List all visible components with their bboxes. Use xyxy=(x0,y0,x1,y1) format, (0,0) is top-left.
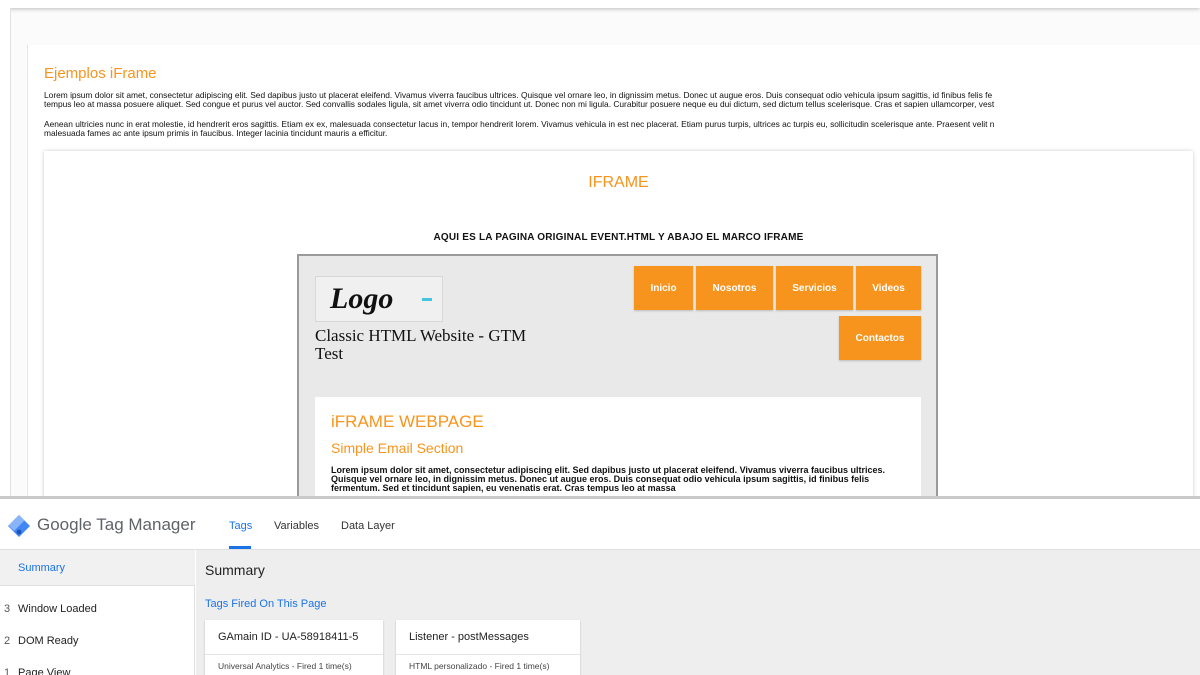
screen: Ejemplos iFrame Lorem ipsum dolor sit am… xyxy=(0,0,1200,675)
tag-meta: Universal Analytics - Fired 1 time(s) xyxy=(218,661,352,671)
gtm-main: Summary Tags Fired On This Page GAmain I… xyxy=(196,550,1200,675)
tab-tags[interactable]: Tags xyxy=(229,520,252,532)
iframe-content-text: Lorem ipsum dolor sit amet, consectetur … xyxy=(331,465,885,493)
nav-videos-button[interactable]: Videos xyxy=(856,266,921,310)
gtm-brand-google: Google xyxy=(37,515,92,534)
sidebar-item-label: Window Loaded xyxy=(18,603,97,615)
nav-servicios-button[interactable]: Servicios xyxy=(776,266,853,310)
nav-inicio-button[interactable]: Inicio xyxy=(634,266,693,310)
iframe-content-title: iFRAME WEBPAGE xyxy=(331,412,484,431)
section-title: Ejemplos iFrame xyxy=(44,65,157,82)
gtm-logo-icon xyxy=(8,515,30,537)
sidebar-item-number: 1 xyxy=(4,667,11,675)
sidebar-item-page-view[interactable]: 1 Page View xyxy=(0,667,195,675)
sidebar-item-summary[interactable]: Summary xyxy=(0,550,195,586)
left-rail xyxy=(0,8,11,496)
sidebar-item-number: 3 xyxy=(4,603,11,615)
sidebar-item-label: DOM Ready xyxy=(18,635,79,647)
sidebar-item-number: 2 xyxy=(4,635,11,647)
paragraph-2-line-2: malesuada fames ac ante ipsum primis in … xyxy=(44,128,388,138)
divider xyxy=(205,654,383,655)
divider xyxy=(396,654,580,655)
site-title: Classic HTML Website - GTM Test xyxy=(315,326,527,363)
tab-data-layer[interactable]: Data Layer xyxy=(341,520,395,532)
sidebar-item-dom-ready[interactable]: 2 DOM Ready xyxy=(0,635,195,663)
tab-variables[interactable]: Variables xyxy=(274,520,319,532)
gtm-header: Google Tag Manager Tags Variables Data L… xyxy=(0,499,1200,550)
tag-name: Listener - postMessages xyxy=(409,631,529,643)
logo-text: Logo xyxy=(329,282,393,315)
nav-nosotros-button[interactable]: Nosotros xyxy=(696,266,773,310)
logo-graphic: Logo xyxy=(329,282,432,315)
gtm-brand: Google Tag Manager xyxy=(37,515,195,535)
sidebar-item-label: Page View xyxy=(18,667,71,675)
site-logo[interactable]: Logo xyxy=(315,276,443,322)
sidebar-item-window-loaded[interactable]: 3 Window Loaded xyxy=(0,603,195,631)
tag-meta: HTML personalizado - Fired 1 time(s) xyxy=(409,661,550,671)
iframe-content-subtitle: Simple Email Section xyxy=(331,440,464,456)
iframe-heading: IFRAME xyxy=(588,174,649,191)
logo-accent xyxy=(422,298,432,301)
gtm-brand-product: Tag Manager xyxy=(96,515,196,534)
gtm-debug-panel: Google Tag Manager Tags Variables Data L… xyxy=(0,496,1200,675)
host-page: Ejemplos iFrame Lorem ipsum dolor sit am… xyxy=(0,0,1200,496)
paragraph-1: Lorem ipsum dolor sit amet, consectetur … xyxy=(44,91,1200,109)
main-title: Summary xyxy=(205,562,265,578)
paragraph-2: Aenean ultricies nunc in erat molestie, … xyxy=(44,120,1200,138)
sidebar-summary-label: Summary xyxy=(18,562,66,574)
tag-name: GAmain ID - UA-58918411-5 xyxy=(218,631,359,643)
iframe-note: AQUI ES LA PAGINA ORIGINAL EVENT.HTML Y … xyxy=(433,232,804,243)
active-tab-indicator xyxy=(229,546,251,549)
tags-fired-heading: Tags Fired On This Page xyxy=(205,598,327,610)
tag-card[interactable]: GAmain ID - UA-58918411-5 Universal Anal… xyxy=(205,620,383,675)
top-bar xyxy=(0,0,1200,8)
gtm-sidebar: Summary 3 Window Loaded 2 DOM Ready 1 Pa… xyxy=(0,550,195,675)
paragraph-1-line-2: tempus leo at massa posuere aliquet. Sed… xyxy=(44,99,995,109)
nav-contactos-button[interactable]: Contactos xyxy=(839,316,921,360)
tag-card[interactable]: Listener - postMessages HTML personaliza… xyxy=(396,620,580,675)
